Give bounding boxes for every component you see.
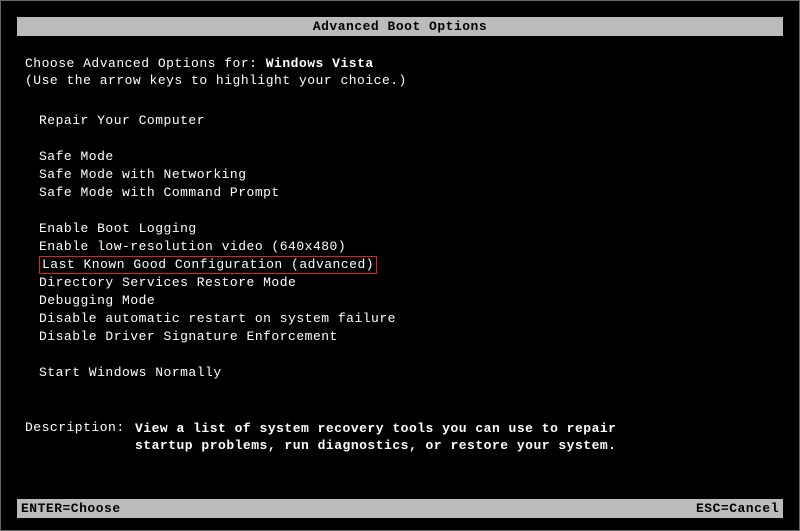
screen-title: Advanced Boot Options [313,19,487,34]
description-label: Description: [25,420,135,454]
menu-item-ds-restore[interactable]: Directory Services Restore Mode [39,274,775,292]
boot-menu[interactable]: Repair Your Computer Safe Mode Safe Mode… [39,112,775,382]
menu-item-debugging[interactable]: Debugging Mode [39,292,775,310]
menu-spacer [39,130,775,148]
menu-item-last-known-good[interactable]: Last Known Good Configuration (advanced) [39,256,775,274]
menu-item-disable-driver-sig[interactable]: Disable Driver Signature Enforcement [39,328,775,346]
menu-item-safe-mode-networking[interactable]: Safe Mode with Networking [39,166,775,184]
menu-item-safe-mode[interactable]: Safe Mode [39,148,775,166]
prompt-line: Choose Advanced Options for: Windows Vis… [25,56,775,71]
menu-item-start-normally[interactable]: Start Windows Normally [39,364,775,382]
footer-bar: ENTER=Choose ESC=Cancel [17,499,783,518]
description-block: Description: View a list of system recov… [25,420,775,454]
menu-spacer [39,346,775,364]
prompt-prefix: Choose Advanced Options for: [25,56,266,71]
content-area: Choose Advanced Options for: Windows Vis… [1,36,799,454]
os-name: Windows Vista [266,56,374,71]
footer-enter-hint: ENTER=Choose [21,501,121,516]
menu-item-disable-auto-restart[interactable]: Disable automatic restart on system fail… [39,310,775,328]
menu-spacer [39,202,775,220]
description-text: View a list of system recovery tools you… [135,420,655,454]
menu-item-low-res-video[interactable]: Enable low-resolution video (640x480) [39,238,775,256]
menu-item-boot-logging[interactable]: Enable Boot Logging [39,220,775,238]
footer-esc-hint: ESC=Cancel [696,501,779,516]
menu-item-repair[interactable]: Repair Your Computer [39,112,775,130]
hint-text: (Use the arrow keys to highlight your ch… [25,73,775,88]
title-bar: Advanced Boot Options [17,17,783,36]
menu-item-highlighted[interactable]: Last Known Good Configuration (advanced) [39,256,377,274]
menu-item-safe-mode-cmd[interactable]: Safe Mode with Command Prompt [39,184,775,202]
